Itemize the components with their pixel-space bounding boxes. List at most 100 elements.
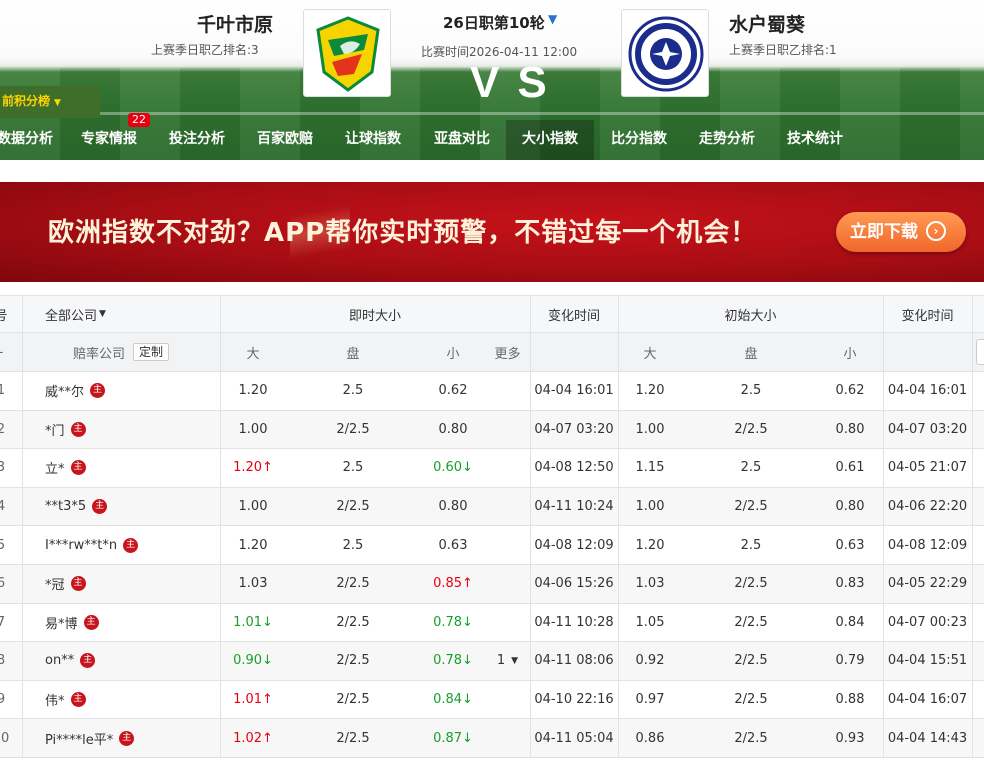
company-cell[interactable]: 威**尔主 (22, 372, 220, 410)
column-divider (618, 603, 619, 642)
company-cell[interactable]: on** 主 (22, 642, 220, 680)
initial-line: 2.5 (740, 460, 762, 476)
nav-over-under[interactable]: 大小指数 (506, 120, 594, 160)
match-round[interactable]: 26日职第10轮 (443, 12, 545, 33)
row-number: 6 (0, 576, 6, 592)
column-divider (972, 449, 973, 487)
table-row[interactable]: 3 2.5 04-08 12:50 1.15 2.5 0.61 04-05 21:07 立* 主… (0, 449, 984, 488)
nav-euro-odds[interactable]: 百家欧赔 (248, 120, 322, 160)
company-name[interactable]: Pi****le平* (45, 729, 113, 748)
initial-small: 0.62 (835, 383, 865, 399)
table-row[interactable]: 1 2.5 04-04 16:01 1.20 2.5 0.62 04-04 16:01 威**… (0, 372, 984, 411)
host-icon: 主 (70, 576, 86, 592)
initial-line: 2.5 (740, 383, 762, 399)
company-cell[interactable]: 伟* 主 (22, 681, 220, 719)
app-promo-banner[interactable]: 欧洲指数不对劲？APP帮你实时预警，不错过每一个机会！ 立即下载 › (0, 182, 984, 282)
initial-over-under-header: 初始大小 (724, 308, 777, 324)
table-row[interactable]: 6 2/2.5 04-06 15:26 1.03 2/2.5 0.83 04-05 22:2… (0, 565, 984, 604)
column-divider (220, 410, 221, 449)
customize-button[interactable]: 定制 (133, 343, 170, 361)
line-header: 盘 (346, 346, 360, 362)
column-divider (972, 719, 973, 757)
company-cell[interactable]: *门主 (22, 411, 220, 449)
initial-small: 0.80 (835, 499, 865, 515)
live-line: 2.5 (342, 460, 364, 476)
nav-expert-intel[interactable]: 专家情报 (72, 120, 146, 160)
company-cell[interactable]: I***rw**t*n 主 (22, 526, 220, 564)
chevron-down-icon[interactable]: ▼ (548, 12, 557, 26)
column-divider (618, 719, 619, 757)
company-filter[interactable]: 全部公司 ▼ (22, 296, 220, 332)
column-divider (220, 487, 221, 526)
change-time: 04-06 15:26 (534, 576, 614, 592)
initial-big: 1.20 (635, 383, 665, 399)
column-divider (220, 719, 221, 757)
table-row[interactable]: 9 2/2.5 04-10 22:16 0.97 2/2.5 0.88 04-04 16:0… (0, 680, 984, 720)
nav-score-index[interactable]: 比分指数 (602, 120, 676, 160)
nav-handicap-index[interactable]: 让球指数 (336, 120, 410, 160)
company-name[interactable]: 伟* (45, 690, 65, 709)
standings-tab[interactable]: 前积分榜 ▼ (0, 86, 100, 118)
column-divider (618, 565, 619, 603)
column-divider (972, 642, 973, 680)
table-row[interactable]: 10 2/2.5 04-11 05:04 0.86 2/2.5 0.93 04-04 14:… (0, 719, 984, 758)
live-big: 1.00 (238, 421, 268, 437)
live-small: 0.78↓ (433, 614, 473, 630)
initial-change-time: 04-06 22:20 (887, 499, 968, 515)
away-team-name[interactable]: 水户蜀葵 (729, 10, 805, 37)
initial-small: 0.88 (835, 692, 865, 708)
home-team-name[interactable]: 千叶市原 (197, 10, 273, 37)
company-cell[interactable]: 立* 主 (22, 449, 220, 487)
column-divider (618, 526, 619, 564)
column-divider (220, 449, 221, 487)
company-cell[interactable]: **t3*5 主 (22, 488, 220, 526)
live-big: 1.03 (238, 576, 268, 592)
live-line: 2/2.5 (336, 421, 370, 437)
change-time: 04-08 12:09 (534, 537, 614, 553)
nav-trend-analysis[interactable]: 走势分析 (690, 120, 764, 160)
company-name[interactable]: 威**尔 (45, 381, 84, 400)
initial-small: 0.83 (835, 576, 865, 592)
company-cell[interactable]: Pi****le平* 主 (22, 719, 220, 757)
company-name[interactable]: on** (45, 653, 74, 668)
company-name[interactable]: 易*博 (45, 613, 78, 632)
table-row[interactable]: 2 2/2.5 04-07 03:20 1.00 2/2.5 0.80 04-07 03:2… (0, 410, 984, 450)
initial-small: 0.93 (835, 730, 865, 746)
nav-betting-analysis[interactable]: 投注分析 (160, 120, 234, 160)
company-name[interactable]: *门 (45, 420, 65, 439)
initial-small-header: 小 (843, 346, 857, 362)
table-row[interactable]: 5 2.5 04-08 12:09 1.20 2.5 0.63 04-08 12:09 I**… (0, 526, 984, 565)
company-name[interactable]: 立* (45, 458, 65, 477)
live-line: 2/2.5 (336, 653, 370, 669)
home-team-logo[interactable] (303, 9, 391, 97)
download-button[interactable]: 立即下载 › (836, 212, 966, 252)
jef-united-crest-icon (316, 16, 380, 92)
table-row[interactable]: 4 2/2.5 04-11 10:24 1.00 2/2.5 0.80 04-06 22:2… (0, 487, 984, 527)
nav-asian-compare[interactable]: 亚盘对比 (424, 120, 500, 160)
initial-small: 0.80 (835, 421, 865, 437)
initial-change-time: 04-04 16:01 (887, 383, 968, 399)
nav-tech-stats[interactable]: 技术统计 (778, 120, 852, 160)
change-time: 04-10 22:16 (534, 692, 614, 708)
company-name[interactable]: **t3*5 (45, 499, 86, 514)
table-row[interactable]: 8 2/2.5 04-11 08:06 0.92 2/2.5 0.79 04-04 15:5… (0, 642, 984, 681)
company-cell[interactable]: 易*博主 (22, 604, 220, 642)
more-dropdown[interactable]: 1 ▼ (485, 642, 530, 680)
select-all-checkbox[interactable] (976, 339, 984, 365)
table-header-row: 号 全部公司 ▼ 即时大小 变化时间 初始大小 变化时间 (0, 295, 984, 333)
change-time: 04-08 12:50 (534, 460, 614, 476)
row-number: 5 (0, 537, 6, 553)
table-row[interactable]: 7 2/2.5 04-11 10:28 1.05 2/2.5 0.84 04-07 00:2… (0, 603, 984, 643)
company-filter-label: 全部公司 (45, 308, 98, 324)
company-name[interactable]: *冠 (45, 574, 65, 593)
nav-data-analysis[interactable]: 数据分析 (0, 120, 54, 160)
big-header: 大 (246, 346, 260, 362)
away-team-logo[interactable] (621, 9, 709, 97)
more-header[interactable]: 更多 (485, 333, 530, 371)
company-name[interactable]: I***rw**t*n (45, 538, 117, 553)
host-icon: 主 (70, 421, 86, 437)
initial-change-time: 04-04 14:43 (887, 730, 968, 746)
column-divider (220, 603, 221, 642)
company-cell[interactable]: *冠主 (22, 565, 220, 603)
live-small: 0.87↓ (433, 730, 473, 746)
